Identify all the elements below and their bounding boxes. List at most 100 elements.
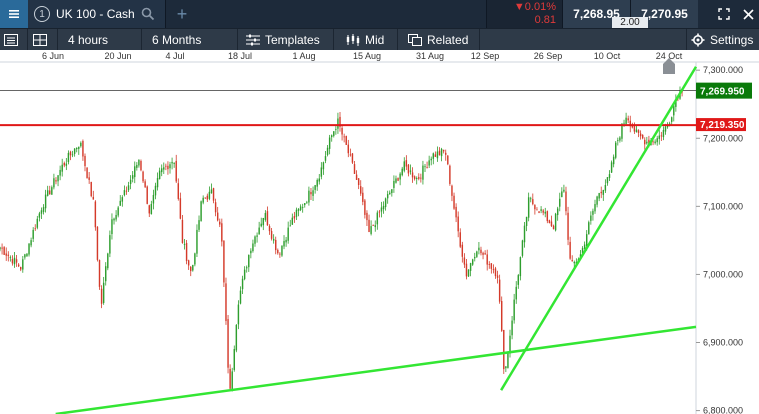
candle-down [227,319,229,368]
candle-up [316,179,318,187]
candle-up [24,254,26,258]
candle-down [465,263,468,277]
candle-up [127,185,130,191]
watchlist-button[interactable] [0,29,28,51]
candle-down [550,221,553,227]
candle-up [606,177,609,184]
close-button[interactable] [738,0,758,28]
candle-up [272,238,275,241]
candle-up [422,165,424,180]
candle-up [121,197,124,202]
menu-icon [9,10,19,18]
candle-up [183,244,186,245]
candle-up [374,225,376,228]
expand-button[interactable] [714,0,734,28]
candle-down [1,247,3,249]
candle-up [625,117,627,124]
related-icon [408,34,422,46]
candle-down [420,177,422,179]
candle-up [415,177,418,180]
candle-down [351,153,354,163]
x-tick-label: 12 Sep [471,51,500,61]
price-type-dropdown[interactable]: Mid [334,29,398,51]
candle-up [42,207,45,212]
candle-up [619,137,621,141]
candle-up [241,278,244,290]
candle-down [366,212,368,221]
price-chart[interactable]: 6 Jun 20 Jun 4 Jul 18 Jul 1 Aug 15 Aug 31 Aug 1… [0,50,759,414]
candle-down [494,268,497,277]
candle-down [175,160,177,182]
x-tick-label: 18 Jul [228,51,252,61]
candle-up [134,166,136,178]
candle-down [498,279,501,302]
y-tick-label: 7,000.000 [703,269,743,279]
candle-down [219,221,221,225]
candle-down [536,209,538,211]
search-icon[interactable] [141,7,155,21]
buy-price: 7,270.95 [641,7,688,21]
candle-up [256,235,258,237]
instrument-tab[interactable]: 1 UK 100 - Cash [28,0,166,28]
candle-down [310,191,312,195]
candle-down [355,174,358,180]
x-tick-label: 20 Jun [104,51,131,61]
candle-up [380,207,383,212]
candle-up [297,208,300,211]
candle-up [656,138,658,143]
candle-up [590,215,592,221]
candle-down [90,181,92,197]
candle-down [92,196,95,200]
candle-up [324,156,327,161]
candle-down [639,133,642,137]
templates-button[interactable]: Templates [238,29,334,51]
candle-up [111,219,113,235]
candle-down [279,253,281,255]
range-dropdown[interactable]: 6 Months [142,29,238,51]
candle-up [295,209,298,217]
add-tab-button[interactable]: + [172,0,192,28]
candle-up [505,366,507,369]
candle-up [136,164,138,168]
candle-down [212,188,215,201]
candle-down [449,165,451,184]
candle-down [49,190,51,195]
candle-up [322,162,325,170]
layout-button[interactable] [28,29,58,51]
y-tick-label: 6,800.000 [703,406,743,414]
candle-up [308,190,310,203]
candle-down [349,154,352,156]
x-tick-label: 6 Jun [42,51,64,61]
menu-button[interactable] [0,0,28,28]
candle-up [399,173,401,180]
interval-dropdown[interactable]: 4 hours [58,29,142,51]
settings-button[interactable]: Settings [686,29,759,51]
candle-down [345,136,347,145]
candle-down [360,186,362,194]
change-percent: ▼0.01% [513,1,556,13]
candle-up [156,178,159,188]
candle-up [515,286,517,300]
candle-up [662,129,665,138]
candle-down [55,180,57,182]
candle-up [658,135,660,139]
interval-label: 4 hours [68,33,109,47]
candle-up [391,189,393,194]
x-tick-label: 15 Aug [353,51,381,61]
price-change: ▼0.01% 0.81 [486,0,562,28]
candle-down [20,267,22,270]
candle-up [507,352,509,368]
candlestick-chart[interactable]: 6 Jun 20 Jun 4 Jul 18 Jul 1 Aug 15 Aug 31 Aug 1… [0,50,759,414]
candle-down [633,125,636,132]
spread-badge: 2.00 [612,17,648,28]
related-button[interactable]: Related [398,29,480,51]
candle-up [554,213,557,231]
candle-down [357,178,360,185]
candle-down [216,212,219,221]
candle-up [527,197,530,218]
candle-up [471,259,474,265]
candle-down [100,288,103,304]
candle-down [397,178,399,181]
candle-up [254,236,256,244]
candle-up [326,147,329,155]
